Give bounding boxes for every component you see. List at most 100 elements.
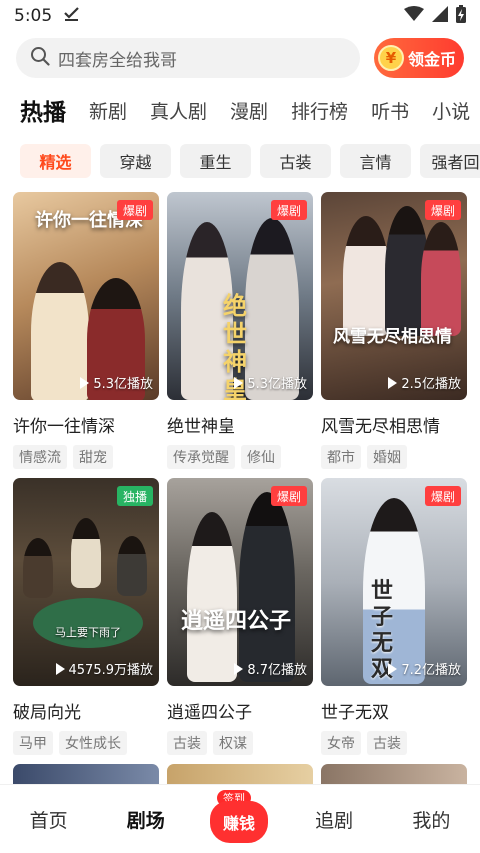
- poster-partial[interactable]: [321, 764, 467, 784]
- search-placeholder: 四套房全给我哥: [58, 50, 177, 71]
- get-coins-label: 领金币: [408, 50, 457, 69]
- search-row: 四套房全给我哥 ¥ 领金币: [16, 38, 464, 78]
- play-icon: [388, 662, 398, 675]
- figure: [71, 518, 101, 588]
- tag[interactable]: 马甲: [13, 731, 53, 755]
- play-icon: [55, 662, 65, 675]
- nav-mine[interactable]: 我的: [396, 806, 466, 833]
- drama-card[interactable]: 世子无双 爆剧 7.2亿播放 世子无双 女帝 古装: [321, 478, 467, 755]
- tag-list: 女帝 古装: [321, 731, 467, 755]
- poster-title-text: 逍遥四公子: [181, 608, 292, 634]
- chip-romance[interactable]: 言情: [340, 144, 411, 178]
- tag-list: 马甲 女性成长: [13, 731, 159, 755]
- tab-hot[interactable]: 热播: [20, 93, 66, 127]
- chip-time-travel[interactable]: 穿越: [100, 144, 171, 178]
- poster[interactable]: 风雪无尽相思情 爆剧 2.5亿播放: [321, 192, 467, 400]
- status-bar: 5:05: [0, 0, 480, 32]
- hot-badge: 爆剧: [424, 486, 461, 506]
- play-count-text: 4575.9万播放: [68, 663, 154, 678]
- tag[interactable]: 修仙: [241, 445, 281, 469]
- hot-badge: 爆剧: [270, 200, 307, 220]
- drama-title[interactable]: 逍遥四公子: [167, 698, 313, 723]
- bottom-nav: 首页 剧场 签到 赚钱 追剧 我的: [0, 784, 480, 853]
- poster[interactable]: 世子无双 爆剧 7.2亿播放: [321, 478, 467, 686]
- search-input[interactable]: 四套房全给我哥: [16, 38, 360, 78]
- nav-home[interactable]: 首页: [14, 806, 84, 833]
- tag-list: 古装 权谋: [167, 731, 313, 755]
- tab-ranking[interactable]: 排行榜: [291, 97, 348, 124]
- chip-rebirth[interactable]: 重生: [180, 144, 251, 178]
- coin-icon: ¥: [378, 45, 404, 71]
- status-time: 5:05: [14, 6, 53, 26]
- earn-money-label: 赚钱: [209, 801, 268, 843]
- poster[interactable]: 绝世神皇 爆剧 5.3亿播放: [167, 192, 313, 400]
- tag[interactable]: 古装: [367, 731, 407, 755]
- play-count: 7.2亿播放: [388, 659, 461, 678]
- exclusive-badge: 独播: [116, 486, 153, 506]
- play-count-text: 7.2亿播放: [401, 663, 461, 678]
- signal-icon: [432, 6, 448, 26]
- nav-theater[interactable]: 剧场: [111, 806, 181, 833]
- tag[interactable]: 婚姻: [367, 445, 407, 469]
- actress-figure: [343, 216, 389, 336]
- drama-title[interactable]: 绝世神皇: [167, 412, 313, 437]
- tag[interactable]: 情感流: [13, 445, 67, 469]
- hot-badge: 爆剧: [424, 200, 461, 220]
- tag[interactable]: 权谋: [213, 731, 253, 755]
- chip-featured[interactable]: 精选: [20, 144, 91, 178]
- search-icon: [30, 46, 50, 70]
- drama-card[interactable]: 逍遥四公子 爆剧 8.7亿播放 逍遥四公子 古装 权谋: [167, 478, 313, 755]
- poster[interactable]: 逍遥四公子 爆剧 8.7亿播放: [167, 478, 313, 686]
- battery-icon: [456, 5, 466, 27]
- category-tabs: 热播 新剧 真人剧 漫剧 排行榜 听书 小说: [20, 90, 480, 130]
- poster[interactable]: 马上要下雨了 独播 4575.9万播放: [13, 478, 159, 686]
- play-count-text: 5.3亿播放: [93, 377, 153, 392]
- tab-live-action[interactable]: 真人剧: [150, 97, 207, 124]
- tag[interactable]: 古装: [167, 731, 207, 755]
- drama-card[interactable]: 绝世神皇 爆剧 5.3亿播放 绝世神皇 传承觉醒 修仙: [167, 192, 313, 469]
- tag-list: 情感流 甜宠: [13, 445, 159, 469]
- drama-card[interactable]: 风雪无尽相思情 爆剧 2.5亿播放 风雪无尽相思情 都市 婚姻: [321, 192, 467, 469]
- drama-card[interactable]: 马上要下雨了 独播 4575.9万播放 破局向光 马甲 女性成长: [13, 478, 159, 755]
- tab-anime[interactable]: 漫剧: [230, 97, 268, 124]
- play-count: 2.5亿播放: [388, 373, 461, 392]
- genre-chips: 精选 穿越 重生 古装 言情 强者回: [20, 144, 480, 178]
- poster[interactable]: 许你一往情深 爆剧 5.3亿播放: [13, 192, 159, 400]
- tag-list: 都市 婚姻: [321, 445, 467, 469]
- tab-audiobook[interactable]: 听书: [371, 97, 409, 124]
- wifi-icon: [404, 6, 424, 26]
- play-icon: [388, 376, 398, 389]
- drama-title[interactable]: 风雪无尽相思情: [321, 412, 467, 437]
- tag[interactable]: 传承觉醒: [167, 445, 235, 469]
- earn-money-button[interactable]: 签到 赚钱: [208, 787, 272, 845]
- poster-partial[interactable]: [167, 764, 313, 784]
- download-check-icon: [64, 7, 80, 25]
- figure: [117, 536, 147, 596]
- get-coins-button[interactable]: ¥ 领金币: [374, 38, 464, 78]
- figure: [23, 538, 53, 598]
- gaming-table: [33, 598, 143, 648]
- drama-card[interactable]: 许你一往情深 爆剧 5.3亿播放 许你一往情深 情感流 甜宠: [13, 192, 159, 469]
- actress-figure: [421, 222, 461, 336]
- tag[interactable]: 女帝: [321, 731, 361, 755]
- tag-list: 传承觉醒 修仙: [167, 445, 313, 469]
- play-count: 4575.9万播放: [55, 659, 154, 678]
- drama-title[interactable]: 世子无双: [321, 698, 467, 723]
- poster-title-text: 风雪无尽相思情: [333, 327, 452, 347]
- poster-subtitle: 马上要下雨了: [55, 626, 121, 639]
- play-count: 5.3亿播放: [80, 373, 153, 392]
- nav-follow[interactable]: 追剧: [299, 806, 369, 833]
- poster-partial[interactable]: [13, 764, 159, 784]
- chip-strong-return[interactable]: 强者回: [420, 144, 480, 178]
- tab-novel[interactable]: 小说: [432, 97, 470, 124]
- drama-title[interactable]: 许你一往情深: [13, 412, 159, 437]
- drama-title[interactable]: 破局向光: [13, 698, 159, 723]
- hot-badge: 爆剧: [116, 200, 153, 220]
- chip-costume[interactable]: 古装: [260, 144, 331, 178]
- play-count-text: 5.3亿播放: [247, 377, 307, 392]
- tag[interactable]: 女性成长: [59, 731, 127, 755]
- status-icons: [404, 5, 466, 27]
- tab-new[interactable]: 新剧: [89, 97, 127, 124]
- tag[interactable]: 甜宠: [73, 445, 113, 469]
- tag[interactable]: 都市: [321, 445, 361, 469]
